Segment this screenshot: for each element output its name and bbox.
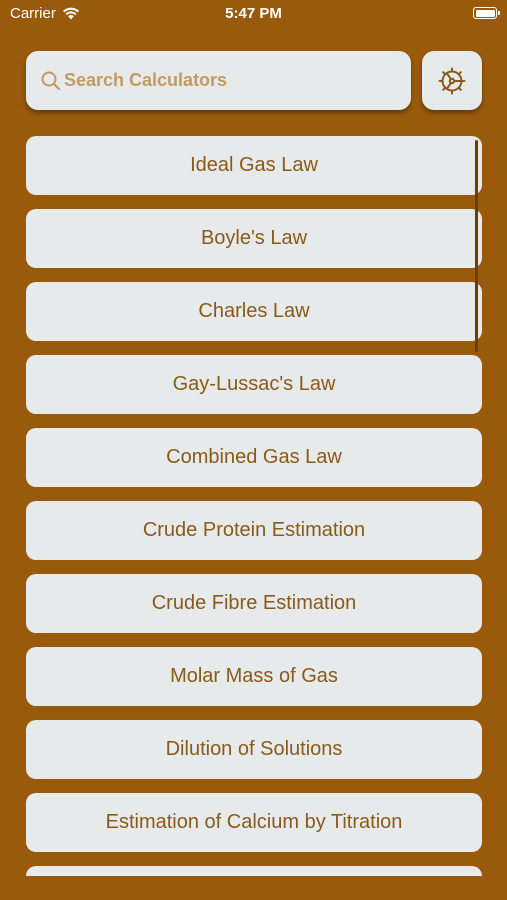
list-item-boyles-law[interactable]: Boyle's Law [26,209,482,268]
scroll-indicator[interactable] [475,140,478,352]
list-item-label: Estimation of Calcium by Titration [105,811,403,833]
list-item-label: Combined Gas Law [166,446,342,468]
clock: 5:47 PM [225,5,282,22]
list-item-label: Gay-Lussac's Law [172,373,336,395]
list-item-label: Dilution of Solutions [165,738,343,760]
list-item-label: Crude Fibre Estimation [151,592,357,614]
list-item-label: Molar Mass of Gas [170,665,338,687]
search-bar[interactable] [26,51,411,110]
list-item-crude-fibre-estimation[interactable]: Crude Fibre Estimation [26,574,482,633]
list-item-estimation-of-calcium-by-titration[interactable]: Estimation of Calcium by Titration [26,793,482,852]
list-item-label: Ideal Gas Law [190,154,318,176]
list-item-ideal-gas-law[interactable]: Ideal Gas Law [26,136,482,195]
list-item-charles-law[interactable]: Charles Law [26,282,482,341]
list-item-molar-mass-of-gas[interactable]: Molar Mass of Gas [26,647,482,706]
search-icon [41,71,61,90]
list-item-dilution-of-solutions[interactable]: Dilution of Solutions [26,720,482,779]
list-item-label: Crude Protein Estimation [142,519,366,541]
list-item-gay-lussacs-law[interactable]: Gay-Lussac's Law [26,355,482,414]
list-item-label: Charles Law [198,300,310,322]
battery-icon [473,7,500,19]
list-item-label: Boyle's Law [200,227,308,249]
settings-button[interactable] [422,51,482,110]
list-item-combined-gas-law[interactable]: Combined Gas Law [26,428,482,487]
list-item-crude-protein-estimation[interactable]: Crude Protein Estimation [26,501,482,560]
status-bar: Carrier 5:47 PM [0,0,507,28]
gear-icon [438,67,466,94]
search-input[interactable] [64,70,384,91]
list-item-partial[interactable] [26,866,482,876]
